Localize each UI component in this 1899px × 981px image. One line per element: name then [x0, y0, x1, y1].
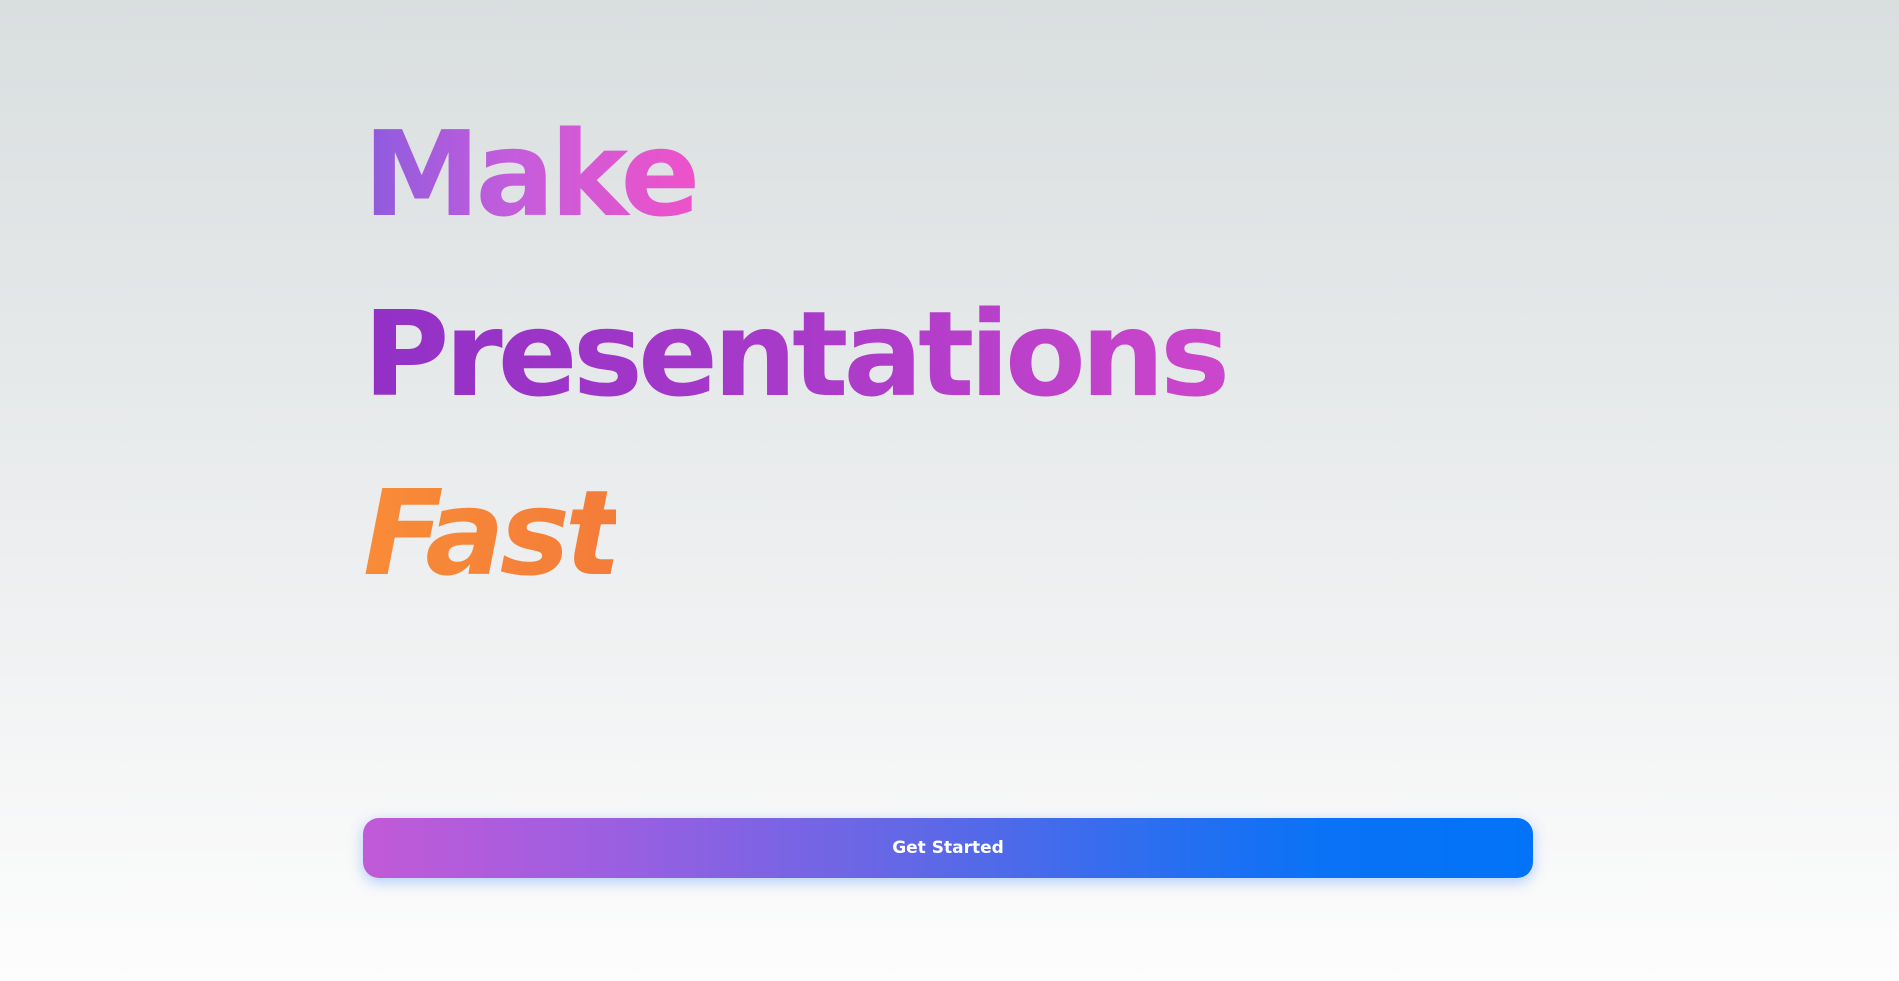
- headline-presentations: Presentations: [363, 285, 1230, 423]
- headline-make: Make: [363, 105, 700, 243]
- get-started-button[interactable]: Get Started: [363, 818, 1533, 878]
- headline-fast: Fast: [363, 464, 621, 602]
- hero-section: Make Presentations Fast Get Started: [363, 0, 1533, 981]
